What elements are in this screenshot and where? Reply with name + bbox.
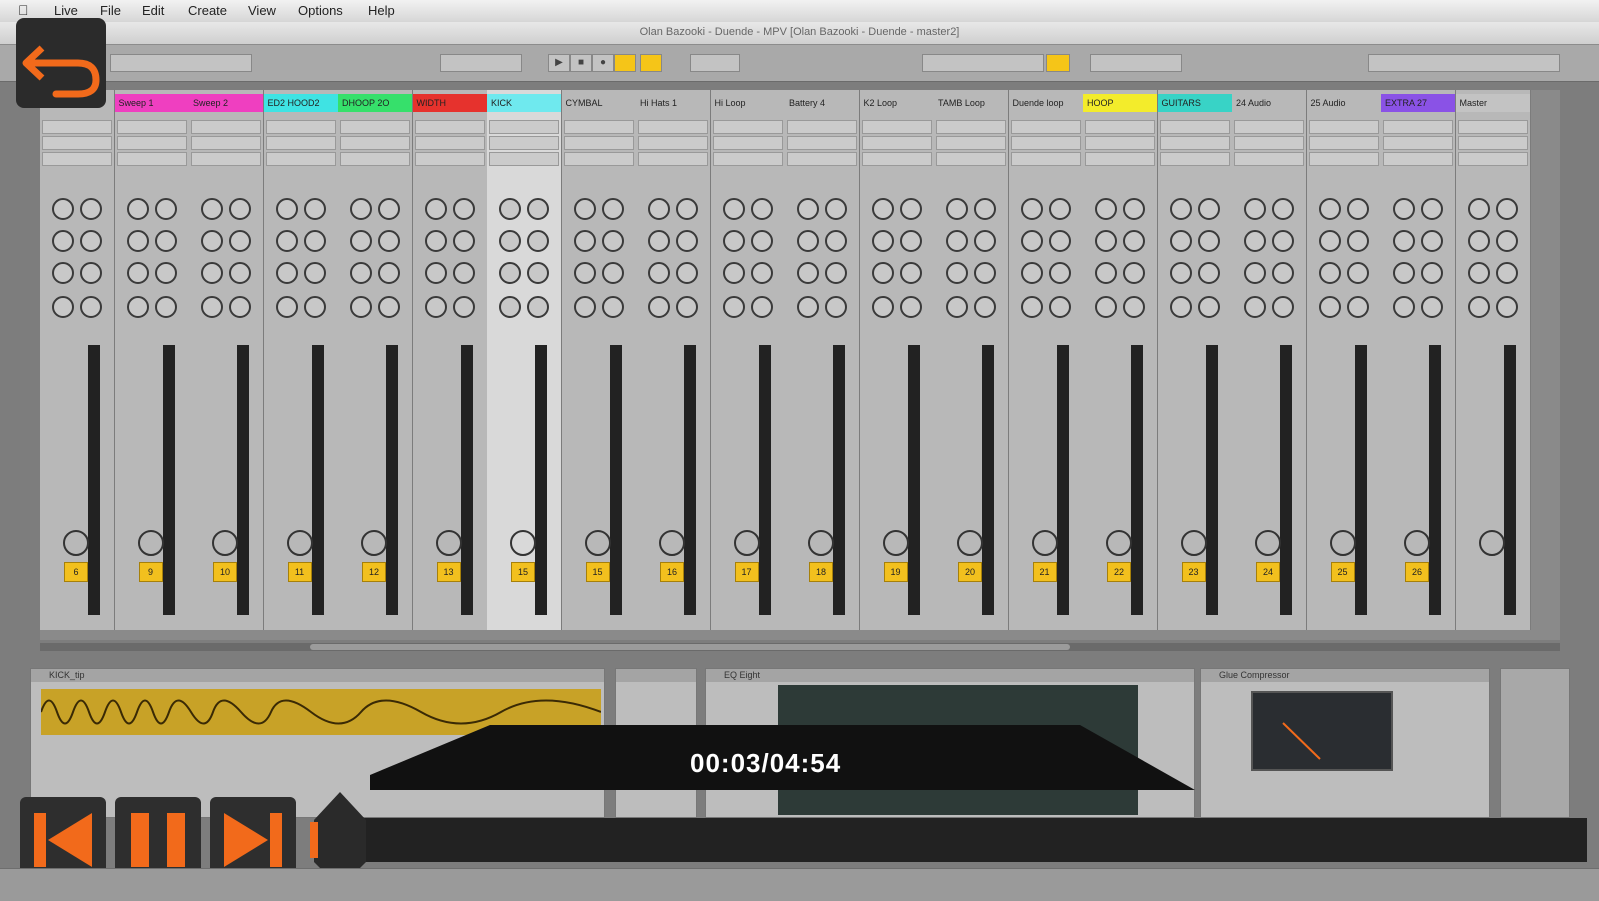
status-bar xyxy=(0,868,1599,901)
timecode-display: 00:03/04:54 xyxy=(690,748,842,778)
seek-bar[interactable] xyxy=(325,818,1587,862)
